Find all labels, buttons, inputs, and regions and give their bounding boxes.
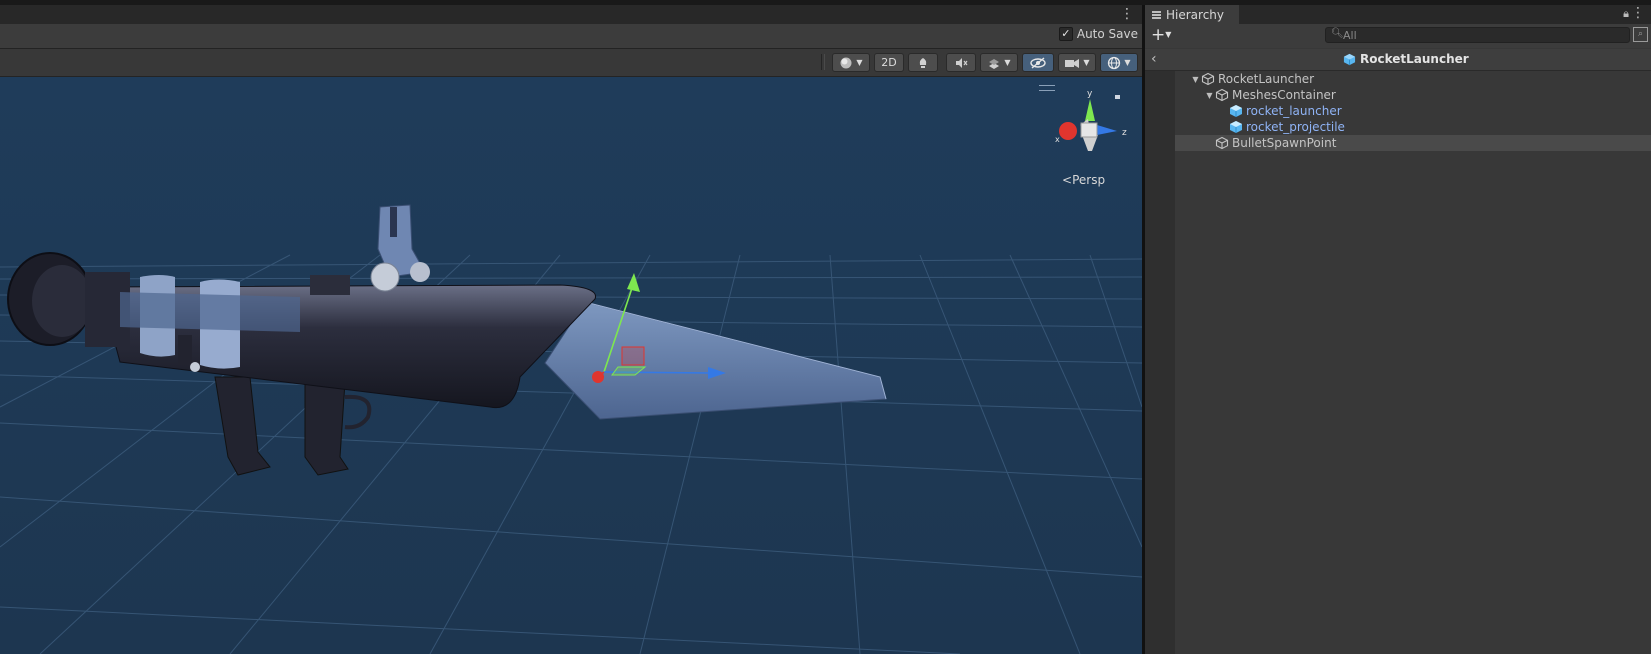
gameobject-cube-icon: [1201, 72, 1215, 86]
expand-arrow-icon[interactable]: ▼: [1204, 91, 1215, 100]
prefab-breadcrumb: ‹ RocketLauncher: [1145, 49, 1651, 71]
hierarchy-tab-label: Hierarchy: [1166, 7, 1225, 22]
toolbar-separator: [821, 54, 825, 70]
audio-toggle[interactable]: [946, 53, 976, 72]
auto-save-checkbox-icon[interactable]: ✓: [1058, 27, 1073, 41]
tree-item-rocket-launcher[interactable]: rocket_launcher: [1175, 103, 1651, 119]
tree-item-label: RocketLauncher: [1218, 72, 1315, 86]
back-arrow-icon[interactable]: ‹: [1151, 51, 1157, 67]
hierarchy-panel: Hierarchy 🔒︎ ⋮ +▼ 🔍︎ ⌕ ‹ RocketLauncher …: [1145, 5, 1651, 654]
breadcrumb-prefab-root[interactable]: RocketLauncher: [1343, 52, 1469, 66]
expand-arrow-icon[interactable]: ▼: [1190, 75, 1201, 84]
camera-icon: [1065, 58, 1080, 68]
gameobject-cube-icon: [1215, 88, 1229, 102]
gizmos-icon: [1108, 56, 1121, 69]
orientation-x-label: x: [1055, 135, 1060, 144]
scene-toolbar: ▼ 2D ▼ ▼ ▼: [0, 49, 1142, 77]
scene-visibility-icon: [1030, 56, 1046, 69]
search-icon: 🔍︎: [1331, 28, 1344, 39]
camera-settings-dropdown[interactable]: ▼: [1058, 53, 1096, 72]
auto-save-label: Auto Save: [1076, 27, 1138, 41]
hierarchy-search-field[interactable]: 🔍︎: [1325, 27, 1630, 43]
tree-item-meshescontainer[interactable]: ▼ MeshesContainer: [1175, 87, 1651, 103]
gameobject-cube-icon: [1215, 136, 1229, 150]
prefab-cube-icon: [1343, 53, 1356, 65]
orientation-y-label: y: [1087, 89, 1093, 99]
effects-dropdown[interactable]: ▼: [980, 53, 1018, 72]
lighting-toggle[interactable]: [908, 53, 938, 72]
scene-save-bar: ✓ Auto Save: [0, 24, 1142, 49]
scene-more-menu-icon[interactable]: ⋮: [1120, 7, 1134, 21]
hierarchy-more-menu-icon[interactable]: ⋮: [1631, 6, 1645, 20]
create-object-button[interactable]: +▼: [1151, 26, 1171, 47]
tree-item-label: rocket_launcher: [1246, 104, 1342, 118]
orientation-lock-icon[interactable]: [1115, 95, 1120, 99]
hierarchy-tab-bar: Hierarchy 🔒︎ ⋮: [1145, 5, 1651, 24]
mode-2d-button[interactable]: 2D: [874, 53, 904, 72]
prefab-model-icon: [1230, 121, 1242, 133]
chevron-down-icon: ▼: [1165, 30, 1172, 39]
gizmos-dropdown[interactable]: ▼: [1100, 53, 1138, 72]
prefab-model-icon: [1230, 105, 1242, 117]
orientation-z-label: z: [1122, 128, 1127, 138]
lighting-icon: [919, 57, 927, 68]
scene-tab-bar: ⋮: [0, 5, 1142, 24]
scene-viewport[interactable]: y z x <Persp: [0, 77, 1142, 654]
gizmo-xy-plane[interactable]: [621, 346, 645, 366]
shading-mode-dropdown[interactable]: ▼: [832, 53, 870, 72]
hierarchy-tree: ▼ RocketLauncher ▼ MeshesContainer rocke…: [1175, 71, 1651, 151]
audio-mute-icon: [956, 57, 968, 68]
tree-item-rocketlauncher[interactable]: ▼ RocketLauncher: [1175, 71, 1651, 87]
shaded-sphere-icon: [840, 57, 852, 68]
tree-item-label: BulletSpawnPoint: [1232, 136, 1337, 150]
tree-item-rocket-projectile[interactable]: rocket_projectile: [1175, 119, 1651, 135]
persp-chevron-icon: <: [1062, 173, 1073, 187]
mode-2d-label: 2D: [881, 56, 897, 69]
hierarchy-search-bar: +▼ 🔍︎ ⌕: [1145, 24, 1651, 48]
search-by-type-icon[interactable]: ⌕: [1633, 27, 1648, 42]
scene-visibility-toggle[interactable]: [1022, 53, 1054, 72]
hierarchy-gutter: [1145, 71, 1175, 654]
gizmo-x-handle-icon[interactable]: [592, 371, 604, 383]
projection-toggle[interactable]: <Persp: [1062, 173, 1105, 187]
plus-icon: +: [1151, 25, 1166, 45]
lock-icon[interactable]: 🔒︎: [1623, 7, 1629, 21]
tree-item-label: MeshesContainer: [1232, 88, 1336, 102]
tree-item-label: rocket_projectile: [1246, 120, 1345, 134]
scene-canvas[interactable]: y z x: [0, 77, 1142, 654]
search-input[interactable]: [1343, 28, 1623, 42]
tab-hierarchy[interactable]: Hierarchy: [1145, 5, 1239, 24]
auto-save-toggle[interactable]: ✓ Auto Save: [1058, 27, 1138, 41]
effects-icon: [989, 58, 1000, 69]
scene-view[interactable]: ⋮ ✓ Auto Save ▼ 2D ▼ ▼ ▼ y z x <Persp: [0, 5, 1142, 654]
projection-label: Persp: [1072, 173, 1106, 187]
overlay-grip-icon[interactable]: [1039, 85, 1055, 91]
hierarchy-list-icon: [1152, 10, 1161, 19]
tree-item-bulletspawnpoint[interactable]: BulletSpawnPoint: [1175, 135, 1651, 151]
orientation-x-cone-icon[interactable]: [1059, 122, 1077, 140]
breadcrumb-label: RocketLauncher: [1360, 52, 1469, 66]
